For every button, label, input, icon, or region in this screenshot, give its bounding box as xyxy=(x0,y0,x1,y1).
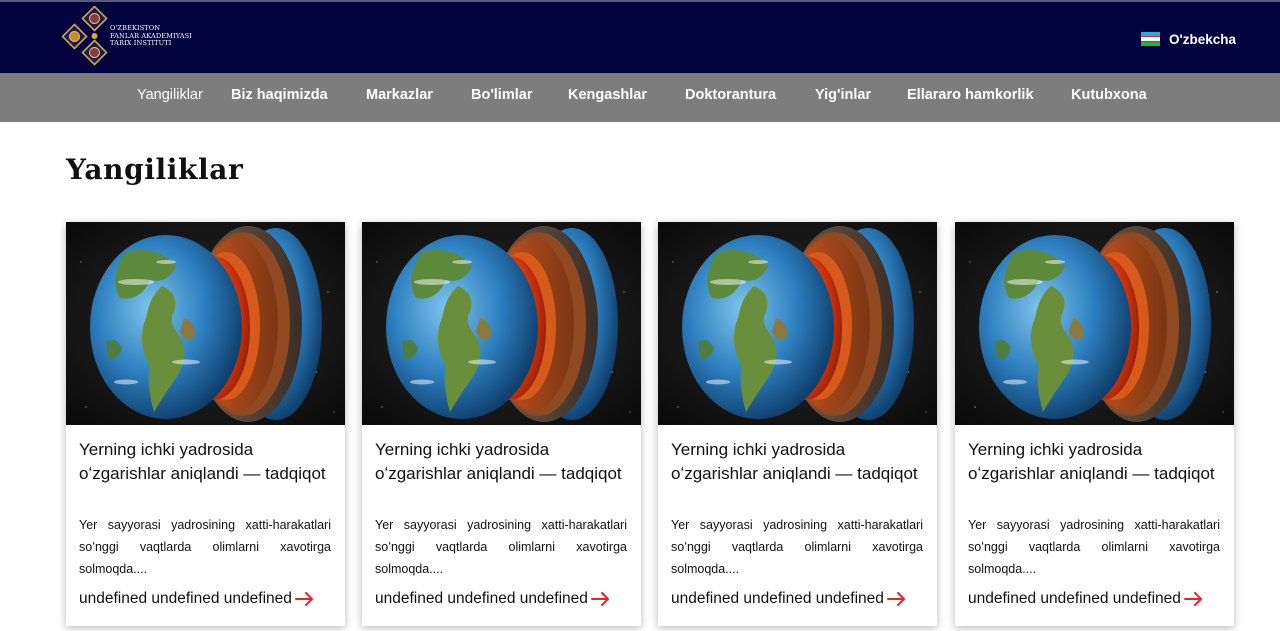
read-more-label: undefined undefined undefined xyxy=(968,590,1181,607)
news-card-title[interactable]: Yerning ichki yadrosida oʻzgarishlar ani… xyxy=(375,438,630,486)
nav-item-yangiliklar[interactable]: Yangiliklar xyxy=(137,87,203,103)
earth-core-image xyxy=(66,222,345,425)
nav-item-yiginlar[interactable]: Yig'inlar xyxy=(815,87,871,103)
nav-item-kengashlar[interactable]: Kengashlar xyxy=(568,87,647,103)
read-more-label: undefined undefined undefined xyxy=(671,590,884,607)
news-card-excerpt: Yer sayyorasi yadrosining xatti-harakatl… xyxy=(79,518,331,576)
arrow-right-icon xyxy=(886,592,905,606)
news-card-read-more[interactable]: undefined undefined undefined xyxy=(79,588,315,610)
read-more-label: undefined undefined undefined xyxy=(79,590,292,607)
news-card-read-more[interactable]: undefined undefined undefined xyxy=(671,588,907,610)
read-more-label: undefined undefined undefined xyxy=(375,590,588,607)
news-card[interactable]: Yerning ichki yadrosida oʻzgarishlar ani… xyxy=(362,222,641,626)
arrow-right-icon xyxy=(1183,592,1202,606)
logo-line-3: TARIX INSTITUTI xyxy=(110,39,172,48)
main-navigation: Yangiliklar Biz haqimizda Markazlar Bo'l… xyxy=(0,73,1280,122)
earth-core-image xyxy=(658,222,937,425)
ornamental-emblem-icon xyxy=(62,6,108,66)
language-label: O'zbekcha xyxy=(1169,31,1236,47)
news-card-title[interactable]: Yerning ichki yadrosida oʻzgarishlar ani… xyxy=(79,438,334,486)
news-card[interactable]: Yerning ichki yadrosida oʻzgarishlar ani… xyxy=(66,222,345,626)
nav-item-biz-haqimizda[interactable]: Biz haqimizda xyxy=(231,87,328,103)
top-header: O'ZBEKISTON FANLAR AKADEMIYASI TARIX INS… xyxy=(0,0,1280,73)
news-card-excerpt: Yer sayyorasi yadrosining xatti-harakatl… xyxy=(671,518,923,576)
earth-core-image xyxy=(362,222,641,425)
news-card-read-more[interactable]: undefined undefined undefined xyxy=(968,588,1204,610)
language-switcher[interactable]: O'zbekcha xyxy=(1141,29,1236,49)
nav-item-doktorantura[interactable]: Doktorantura xyxy=(685,87,776,103)
page-title: Yangiliklar xyxy=(66,153,244,186)
news-card-excerpt: Yer sayyorasi yadrosining xatti-harakatl… xyxy=(968,518,1220,576)
news-card-read-more[interactable]: undefined undefined undefined xyxy=(375,588,611,610)
nav-item-bolimlar[interactable]: Bo'limlar xyxy=(471,87,532,103)
news-card[interactable]: Yerning ichki yadrosida oʻzgarishlar ani… xyxy=(658,222,937,626)
site-logo[interactable]: O'ZBEKISTON FANLAR AKADEMIYASI TARIX INS… xyxy=(62,6,202,70)
uzbekistan-flag-icon xyxy=(1141,32,1160,46)
news-card-title[interactable]: Yerning ichki yadrosida oʻzgarishlar ani… xyxy=(968,438,1223,486)
logo-text: O'ZBEKISTON FANLAR AKADEMIYASI TARIX INS… xyxy=(110,24,192,48)
nav-item-kutubxona[interactable]: Kutubxona xyxy=(1071,87,1147,103)
news-card-title[interactable]: Yerning ichki yadrosida oʻzgarishlar ani… xyxy=(671,438,926,486)
arrow-right-icon xyxy=(294,592,313,606)
nav-item-ellararo-hamkorlik[interactable]: Ellararo hamkorlik xyxy=(907,87,1034,103)
earth-core-image xyxy=(955,222,1234,425)
arrow-right-icon xyxy=(590,592,609,606)
nav-item-markazlar[interactable]: Markazlar xyxy=(366,87,433,103)
news-card-excerpt: Yer sayyorasi yadrosining xatti-harakatl… xyxy=(375,518,627,576)
news-card[interactable]: Yerning ichki yadrosida oʻzgarishlar ani… xyxy=(955,222,1234,626)
